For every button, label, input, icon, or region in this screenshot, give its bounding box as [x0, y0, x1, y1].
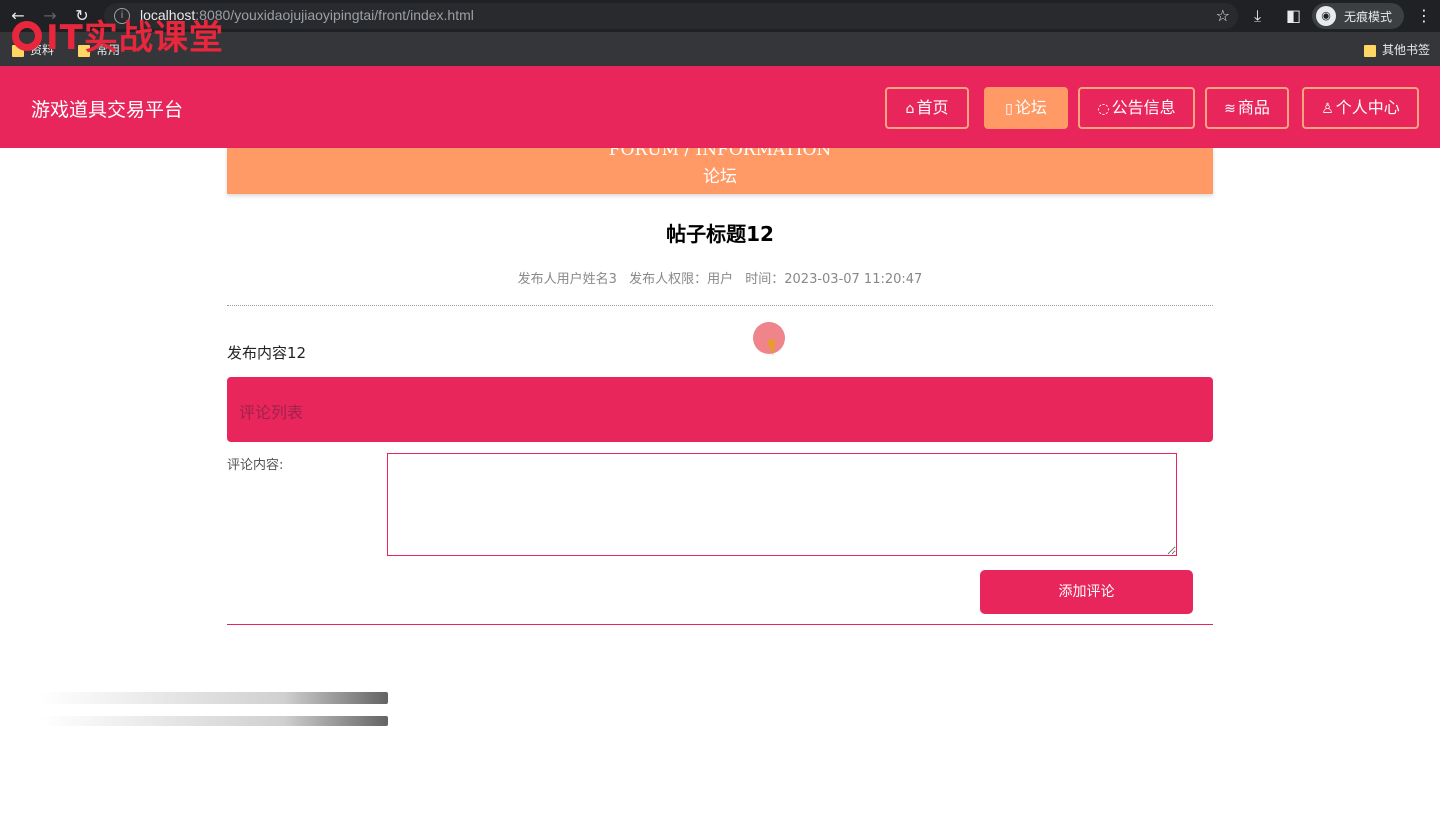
post-time: 时间：2023-03-07 11:20:47 — [745, 272, 923, 287]
comments-header-label: 评论列表 — [239, 403, 304, 422]
forum-icon: ▯ — [1005, 101, 1013, 117]
nav-forum[interactable]: ▯ 论坛 — [984, 87, 1068, 129]
site-title[interactable]: 游戏道具交易平台 — [31, 95, 183, 122]
side-panel-icon[interactable]: ◧ — [1286, 6, 1301, 26]
divider — [227, 305, 1213, 306]
section-banner: FORUM / INFORMATION 论坛 — [227, 148, 1213, 194]
nav-profile[interactable]: ♙ 个人中心 — [1302, 87, 1419, 129]
blur-artifact — [40, 692, 388, 704]
nav-notice[interactable]: ◌ 公告信息 — [1078, 87, 1195, 129]
post-content: 发布内容12 — [227, 344, 307, 362]
download-icon[interactable]: ⤓ — [1254, 6, 1261, 26]
watermark-o-icon — [12, 21, 42, 51]
nav-goods-label: 商品 — [1237, 98, 1270, 117]
post-author-role: 发布人权限：用户 — [629, 272, 734, 287]
bookmark-star-icon[interactable]: ☆ — [1216, 6, 1230, 25]
site-header: 游戏道具交易平台 ⌂ 首页 ▯ 论坛 ◌ 公告信息 ≋ 商品 ♙ 个人中心 — [0, 66, 1440, 148]
nav-goods[interactable]: ≋ 商品 — [1205, 87, 1289, 129]
watermark-logo: IT实战课堂 — [12, 10, 224, 59]
post-title: 帖子标题12 — [666, 222, 774, 246]
more-menu-icon[interactable]: ⋮ — [1416, 6, 1432, 26]
banner-en-title: FORUM / INFORMATION — [608, 148, 832, 160]
nav-forum-label: 论坛 — [1014, 98, 1047, 117]
watermark-text: IT实战课堂 — [46, 18, 224, 58]
notice-icon: ◌ — [1097, 101, 1110, 117]
nav-notice-label: 公告信息 — [1111, 98, 1176, 117]
comment-field-label: 评论内容: — [227, 458, 284, 473]
blur-artifact — [40, 716, 388, 726]
add-comment-button[interactable]: 添加评论 — [980, 570, 1193, 614]
nav-home-label: 首页 — [916, 98, 949, 117]
divider — [227, 624, 1213, 625]
incognito-icon: ◉ — [1316, 6, 1336, 26]
incognito-label: 无痕模式 — [1344, 10, 1393, 24]
nav-profile-label: 个人中心 — [1335, 98, 1400, 117]
post-author: 发布人用户姓名3 — [517, 272, 617, 287]
nav-home[interactable]: ⌂ 首页 — [885, 87, 969, 129]
post-meta: 发布人用户姓名3 发布人权限：用户 时间：2023-03-07 11:20:47 — [227, 268, 1213, 287]
banner-cn-title: 论坛 — [703, 167, 737, 187]
comment-textarea[interactable] — [387, 453, 1177, 556]
comments-header: 评论列表 — [227, 377, 1213, 442]
incognito-indicator[interactable]: ◉ 无痕模式 — [1312, 3, 1404, 29]
layers-icon: ≋ — [1224, 101, 1236, 117]
user-icon: ♙ — [1321, 101, 1334, 117]
folder-icon — [1364, 44, 1376, 57]
home-icon: ⌂ — [905, 101, 915, 117]
other-bookmarks-label: 其他书签 — [1382, 43, 1431, 57]
address-bar[interactable]: i localhost:8080/youxidaojujiaoyipingtai… — [104, 3, 1238, 29]
other-bookmarks[interactable]: 其他书签 — [1364, 41, 1430, 58]
